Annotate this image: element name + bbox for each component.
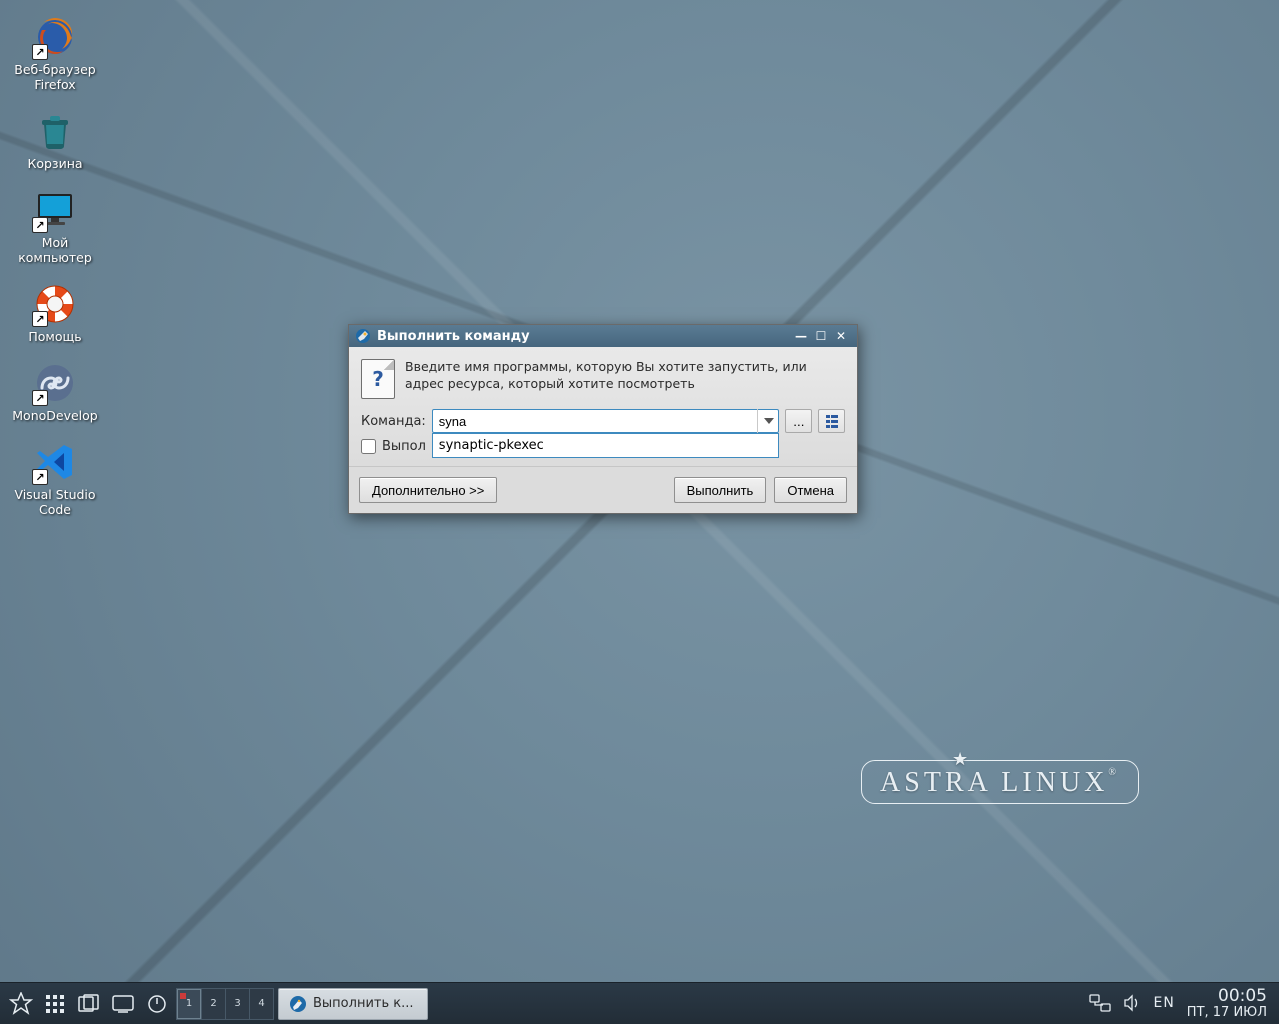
command-combobox: synaptic-pkexec: [432, 409, 780, 433]
run-in-terminal-checkbox[interactable]: [361, 439, 376, 454]
start-menu-button[interactable]: [6, 989, 36, 1019]
command-input[interactable]: [432, 409, 780, 433]
desktop-icon-label: Мойкомпьютер: [18, 235, 92, 265]
checkbox-label: Выпол: [382, 439, 426, 454]
autocomplete-list: synaptic-pkexec: [432, 433, 780, 458]
desktop-icon-help[interactable]: ↗ Помощь: [10, 277, 100, 348]
trash-icon: [34, 110, 76, 152]
desktop-icon-monodevelop[interactable]: ↗ MonoDevelop: [10, 356, 100, 427]
cancel-button[interactable]: Отмена: [774, 477, 847, 503]
pager-desktop-1[interactable]: 1: [177, 989, 201, 1019]
star-icon: [9, 992, 33, 1016]
desktop-icon-my-computer[interactable]: ↗ Мойкомпьютер: [10, 183, 100, 269]
run-command-dialog: Выполнить команду — ☐ ✕ ? Введите имя пр…: [348, 324, 858, 514]
system-tray: EN 00:05 ПТ, 17 ИЮЛ: [1089, 987, 1273, 1020]
run-command-icon: [355, 328, 371, 344]
desktop-icon-label: MonoDevelop: [12, 408, 97, 423]
brand-text: ASTRA LINUX: [880, 767, 1108, 798]
logout-button[interactable]: [142, 989, 172, 1019]
list-button[interactable]: [818, 409, 845, 433]
keyboard-layout-indicator[interactable]: EN: [1153, 995, 1174, 1011]
clock-date: ПТ, 17 ИЮЛ: [1187, 1006, 1267, 1020]
minimize-button[interactable]: —: [791, 328, 811, 344]
autocomplete-option[interactable]: synaptic-pkexec: [433, 434, 779, 457]
shortcut-arrow-icon: ↗: [32, 311, 48, 327]
dialog-titlebar[interactable]: Выполнить команду — ☐ ✕: [349, 325, 857, 347]
desktop-icon-trash[interactable]: Корзина: [10, 104, 100, 175]
shortcut-arrow-icon: ↗: [32, 469, 48, 485]
rocket-icon: [289, 995, 307, 1013]
desktop-icon-label: Помощь: [28, 329, 81, 344]
desktop-icons: ↗ Веб-браузерFirefox Корзина ↗ Мойкомпью…: [10, 10, 100, 521]
desktop-icon-label: Visual StudioCode: [14, 487, 95, 517]
combobox-dropdown-button[interactable]: [757, 409, 779, 433]
desktop-icon: [112, 995, 134, 1013]
desktop-icon-label: Корзина: [27, 156, 82, 171]
command-label: Команда:: [361, 414, 426, 429]
run-button[interactable]: Выполнить: [674, 477, 767, 503]
desktop-icon-vscode[interactable]: ↗ Visual StudioCode: [10, 435, 100, 521]
list-icon: [824, 413, 840, 429]
pager-desktop-3[interactable]: 3: [225, 989, 249, 1019]
taskbar-item-label: Выполнить к...: [313, 996, 414, 1011]
pager-desktop-2[interactable]: 2: [201, 989, 225, 1019]
brand-star-icon: ★: [952, 749, 972, 770]
apps-grid-button[interactable]: [40, 989, 70, 1019]
clock[interactable]: 00:05 ПТ, 17 ИЮЛ: [1187, 987, 1267, 1020]
file-manager-button[interactable]: [74, 989, 104, 1019]
volume-tray-icon[interactable]: [1123, 994, 1141, 1012]
maximize-button[interactable]: ☐: [811, 328, 831, 344]
browse-button[interactable]: ...: [785, 409, 812, 433]
pager-desktop-4[interactable]: 4: [249, 989, 273, 1019]
power-icon: [147, 994, 167, 1014]
dialog-info-text: Введите имя программы, которую Вы хотите…: [405, 359, 845, 399]
info-document-icon: ?: [361, 359, 395, 399]
more-options-button[interactable]: Дополнительно >>: [359, 477, 497, 503]
desktop-icon-label: Веб-браузерFirefox: [14, 62, 95, 92]
files-icon: [78, 994, 100, 1014]
show-desktop-button[interactable]: [108, 989, 138, 1019]
desktop-pager: 1 2 3 4: [176, 988, 274, 1020]
network-tray-icon[interactable]: [1089, 994, 1111, 1012]
dialog-title: Выполнить команду: [377, 329, 791, 344]
shortcut-arrow-icon: ↗: [32, 390, 48, 406]
shortcut-arrow-icon: ↗: [32, 44, 48, 60]
astra-linux-brand: ★ ASTRA LINUX®: [861, 760, 1139, 804]
taskbar: 1 2 3 4 Выполнить к... EN 00:05 ПТ, 17 И…: [0, 982, 1279, 1024]
grid-icon: [45, 994, 65, 1014]
clock-time: 00:05: [1187, 987, 1267, 1006]
desktop-icon-firefox[interactable]: ↗ Веб-браузерFirefox: [10, 10, 100, 96]
close-button[interactable]: ✕: [831, 328, 851, 344]
chevron-down-icon: [764, 418, 774, 424]
shortcut-arrow-icon: ↗: [32, 217, 48, 233]
taskbar-item-run-command[interactable]: Выполнить к...: [278, 988, 428, 1020]
